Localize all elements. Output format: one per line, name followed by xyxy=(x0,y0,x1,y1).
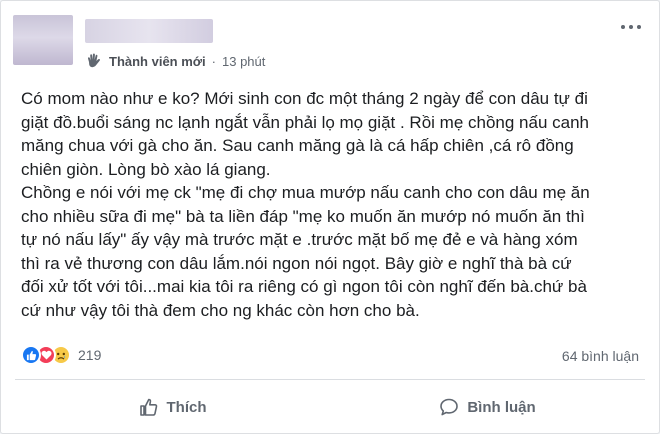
comment-button[interactable]: Bình luận xyxy=(330,385,645,429)
reactions-summary[interactable]: 219 xyxy=(21,345,101,365)
post-line: chiên giòn. Lòng bò xào lá giang. xyxy=(21,159,271,179)
like-button-label: Thích xyxy=(166,398,207,416)
more-dot-icon xyxy=(637,25,641,29)
meta-separator: · xyxy=(211,53,216,69)
more-dot-icon xyxy=(629,25,633,29)
like-button[interactable]: Thích xyxy=(15,385,330,429)
reaction-count: 219 xyxy=(78,347,102,363)
waving-hand-icon xyxy=(87,53,101,68)
post-body: Có mom nào như e ko? Mới sinh con đc một… xyxy=(21,87,641,322)
post-line: măng chua với gà cho ăn. Sau canh măng g… xyxy=(21,136,574,155)
post-line: thì ra vẻ thương con dâu lắm.nói ngon nó… xyxy=(21,253,572,273)
comments-count[interactable]: 64 bình luận xyxy=(562,348,639,364)
post-time[interactable]: 13 phút xyxy=(222,54,265,69)
post-line: đối xử tốt với tôi...mai kia tôi ra riên… xyxy=(21,277,587,296)
like-icon xyxy=(21,345,41,365)
more-options-button[interactable] xyxy=(621,23,641,31)
comment-bubble-icon xyxy=(440,398,459,416)
post-line: cứ như vậy tôi thà đem cho ng khác còn h… xyxy=(21,300,420,320)
author-name-blurred[interactable] xyxy=(85,19,213,43)
post-meta: Thành viên mới · 13 phút xyxy=(85,53,265,69)
post-line: cho nhiều sữa đi mẹ" bà ta liền đáp "mẹ … xyxy=(21,206,585,226)
more-dot-icon xyxy=(621,25,625,29)
comment-button-label: Bình luận xyxy=(467,398,536,416)
divider xyxy=(15,379,645,380)
post-card: Thành viên mới · 13 phút Có mom nào như … xyxy=(0,0,660,434)
thumbs-up-icon xyxy=(139,398,157,416)
post-line: Có mom nào như e ko? Mới sinh con đc một… xyxy=(21,89,588,108)
post-line: giặt đồ.buổi sáng nc lạnh ngắt vẫn phải … xyxy=(21,112,589,132)
member-badge: Thành viên mới xyxy=(109,53,206,69)
avatar[interactable] xyxy=(13,15,73,65)
post-actions: Thích Bình luận xyxy=(15,385,645,429)
post-line: Chồng e nói với mẹ ck "mẹ đi chợ mua mướ… xyxy=(21,183,590,202)
post-line: tự nó nấu lấy" ấy vậy mà trước mặt e .tr… xyxy=(21,230,578,249)
